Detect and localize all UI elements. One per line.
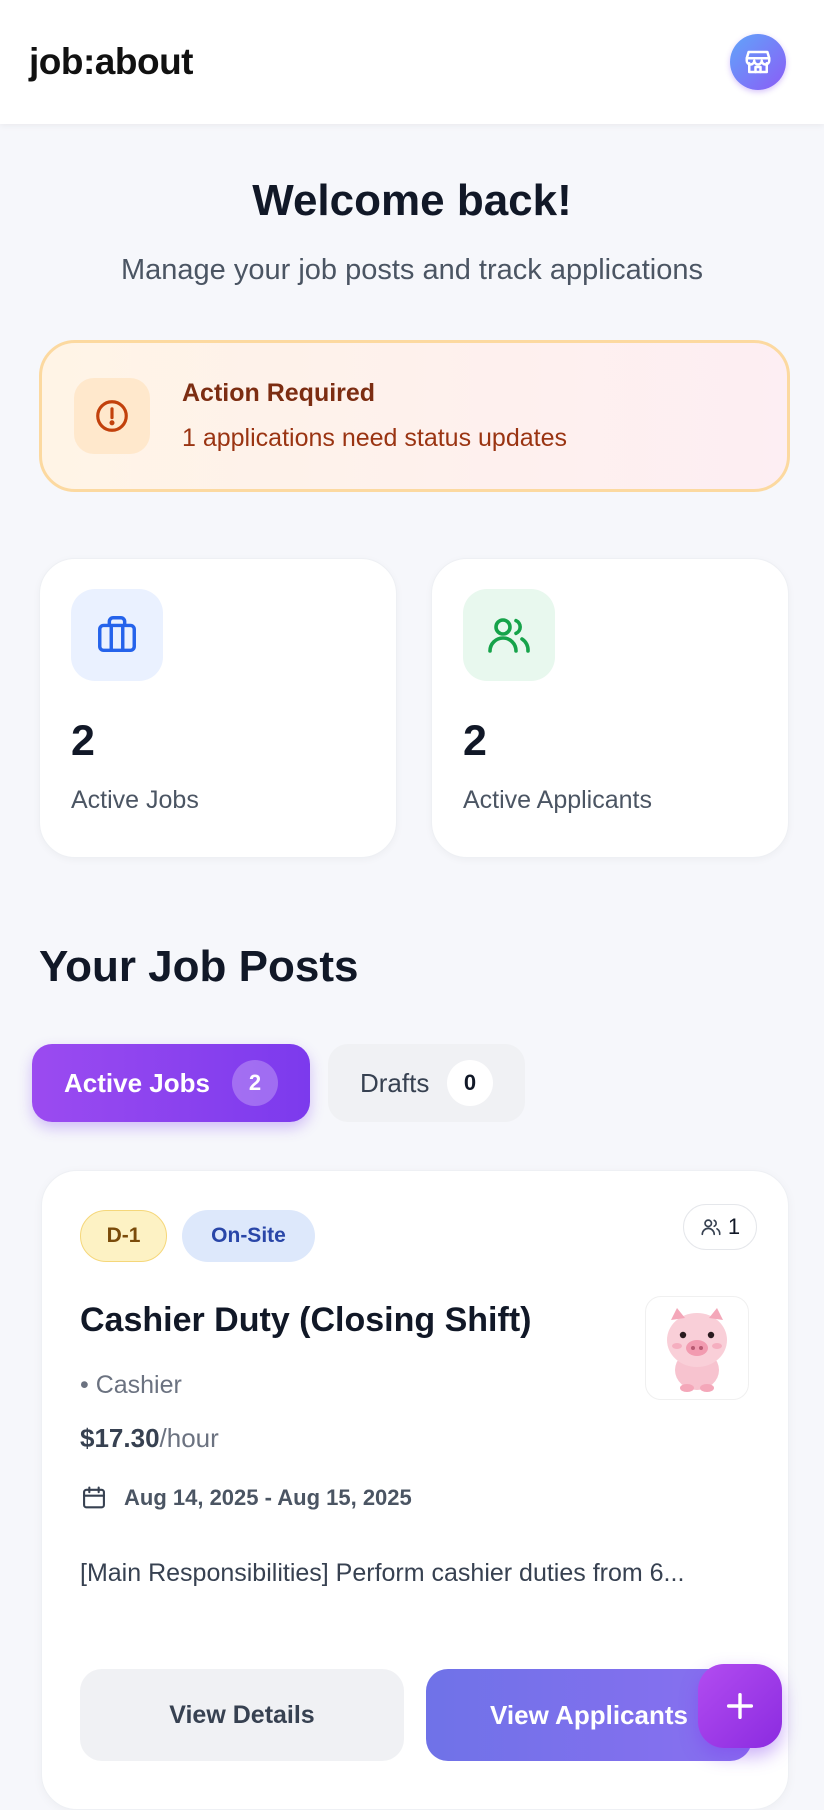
active-applicants-value: 2 — [463, 717, 487, 765]
alert-icon-box — [74, 378, 150, 454]
job-card[interactable]: D-1 On-Site 1 Cashier Duty (Closing Shif… — [41, 1170, 789, 1810]
pig-mascot-image — [667, 1308, 727, 1392]
alert-title: Action Required — [182, 379, 376, 407]
tab-active-jobs[interactable]: Active Jobs 2 — [32, 1044, 310, 1122]
job-date-range: Aug 14, 2025 - Aug 15, 2025 — [124, 1485, 412, 1510]
action-required-alert[interactable]: Action Required 1 applications need stat… — [39, 340, 790, 492]
stat-card-active-jobs[interactable]: 2 Active Jobs — [39, 558, 397, 858]
tab-label: Drafts — [360, 1067, 430, 1098]
job-thumbnail — [645, 1296, 749, 1400]
active-applicants-label: Active Applicants — [463, 786, 652, 814]
job-date-row: Aug 14, 2025 - Aug 15, 2025 — [80, 1484, 412, 1512]
job-pay: $17.30/hour — [80, 1423, 219, 1454]
welcome-subtitle: Manage your job posts and track applicat… — [121, 254, 703, 286]
job-title[interactable]: Cashier Duty (Closing Shift) — [80, 1301, 531, 1340]
deadline-badge: D-1 — [80, 1210, 167, 1262]
alert-circle-icon — [96, 400, 128, 432]
add-job-fab[interactable] — [698, 1664, 782, 1748]
tab-count-badge: 0 — [447, 1060, 493, 1106]
brand-logo[interactable]: job:about — [29, 41, 194, 83]
active-jobs-value: 2 — [71, 717, 95, 765]
pay-amount: $17.30 — [80, 1423, 160, 1453]
applicant-count: 1 — [727, 1214, 741, 1239]
store-button[interactable] — [730, 34, 786, 90]
plus-icon — [726, 1692, 754, 1720]
users-icon — [488, 618, 530, 653]
view-details-button[interactable]: View Details — [80, 1669, 404, 1761]
job-category: • Cashier — [80, 1371, 182, 1399]
active-jobs-label: Active Jobs — [71, 786, 199, 814]
stat-icon-box — [71, 589, 163, 681]
stat-icon-box — [463, 589, 555, 681]
location-badge: On-Site — [182, 1210, 315, 1262]
store-icon — [745, 50, 771, 74]
job-description: [Main Responsibilities] Perform cashier … — [80, 1559, 685, 1587]
tab-count-badge: 2 — [232, 1060, 278, 1106]
tab-drafts[interactable]: Drafts 0 — [328, 1044, 525, 1122]
welcome-title: Welcome back! — [252, 176, 572, 225]
stat-card-active-applicants[interactable]: 2 Active Applicants — [431, 558, 789, 858]
job-posts-title: Your Job Posts — [39, 942, 359, 991]
applicant-count-chip: 1 — [683, 1204, 757, 1250]
top-bar: job:about — [0, 0, 824, 124]
users-icon — [701, 1219, 721, 1236]
briefcase-icon — [98, 616, 136, 653]
alert-message: 1 applications need status updates — [182, 424, 567, 452]
pay-unit: /hour — [159, 1423, 219, 1453]
calendar-icon — [83, 1486, 105, 1509]
tab-label: Active Jobs — [64, 1067, 210, 1098]
